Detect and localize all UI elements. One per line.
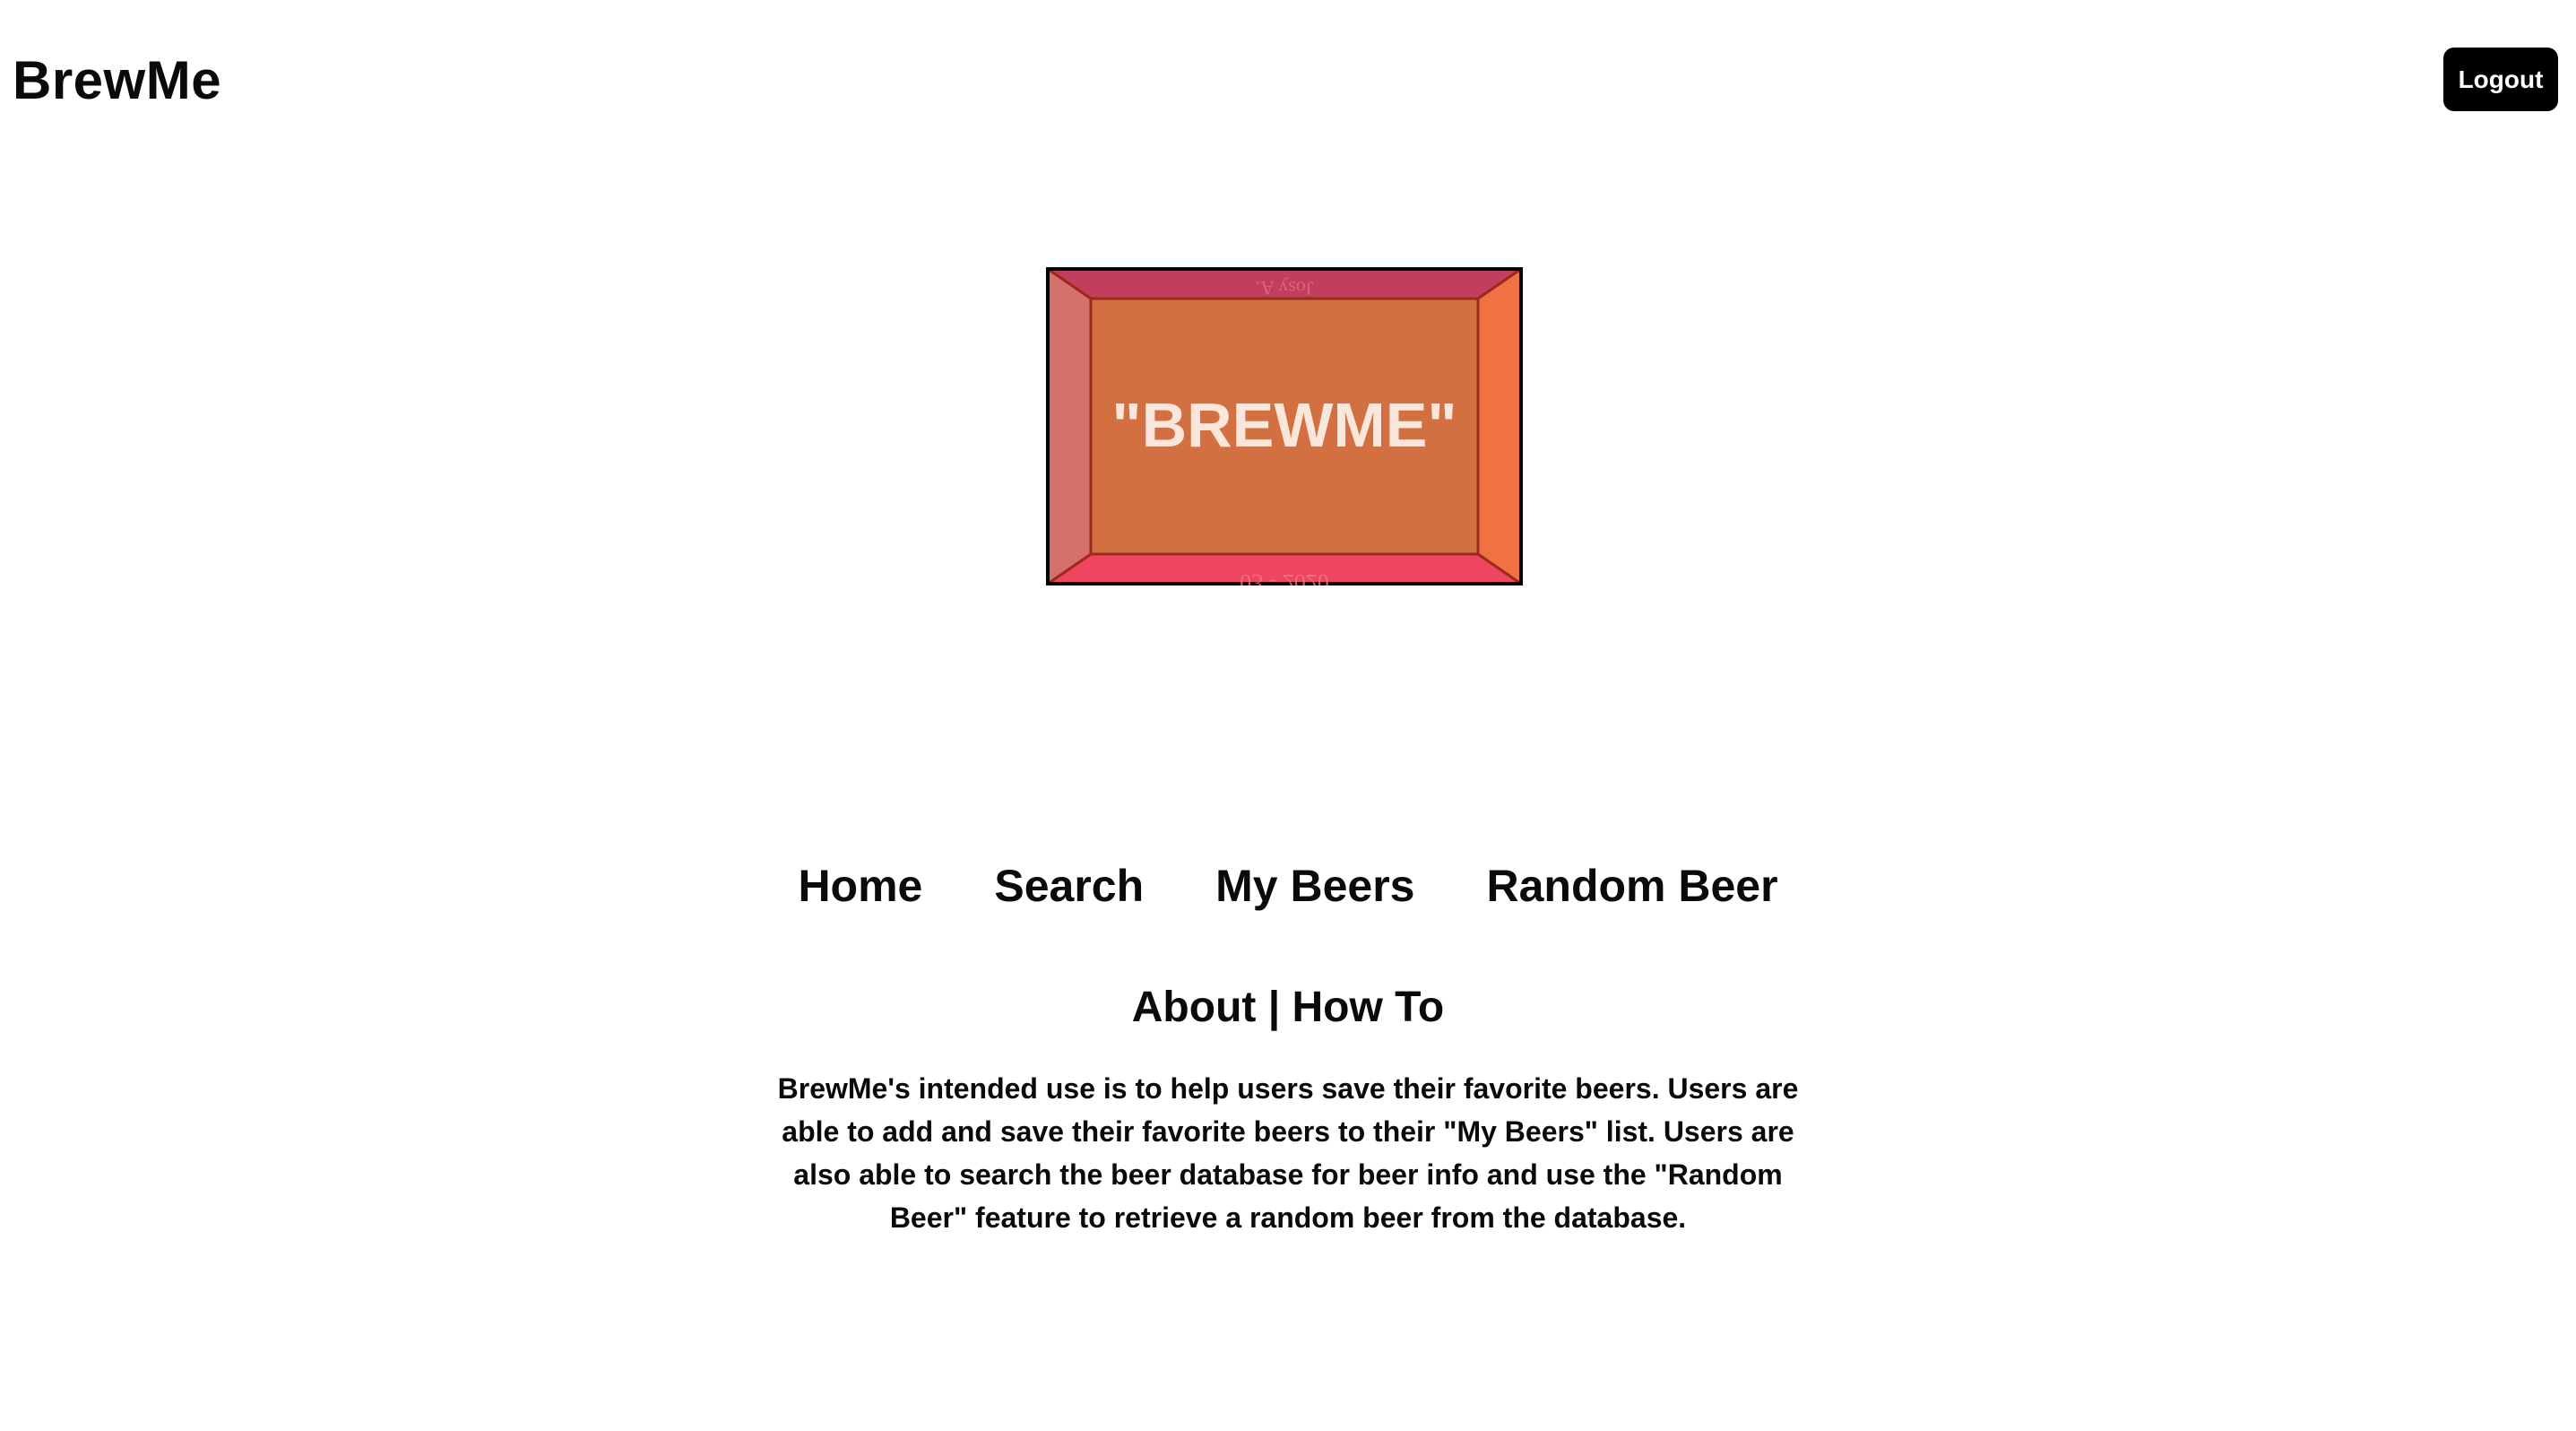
nav-my-beers-link[interactable]: My Beers	[1215, 854, 1414, 918]
logo-top-edge-text: Josy A.	[1256, 277, 1314, 299]
nav-search-link[interactable]: Search	[994, 854, 1144, 918]
nav-random-beer-link[interactable]: Random Beer	[1486, 854, 1777, 918]
nav-home-link[interactable]: Home	[798, 854, 922, 918]
about-description: BrewMe's intended use is to help users s…	[777, 1072, 1799, 1234]
main-nav: Home Search My Beers Random Beer	[0, 854, 2576, 918]
logo-bottom-edge-text: 03 - 2020	[1240, 569, 1329, 585]
about-title: About | How To	[1131, 984, 1445, 1031]
logout-button[interactable]: Logout	[2443, 48, 2558, 111]
page: BrewMe Logout Josy A. 03 - 2020 "BREWME"…	[0, 0, 2576, 1431]
brewme-logo: Josy A. 03 - 2020 "BREWME"	[1046, 267, 1523, 585]
brand-title: BrewMe	[13, 50, 222, 110]
logo-left-bevel	[1046, 267, 1093, 585]
logo-main-text: "BREWME"	[1111, 390, 1457, 460]
logo-right-bevel	[1476, 267, 1523, 585]
